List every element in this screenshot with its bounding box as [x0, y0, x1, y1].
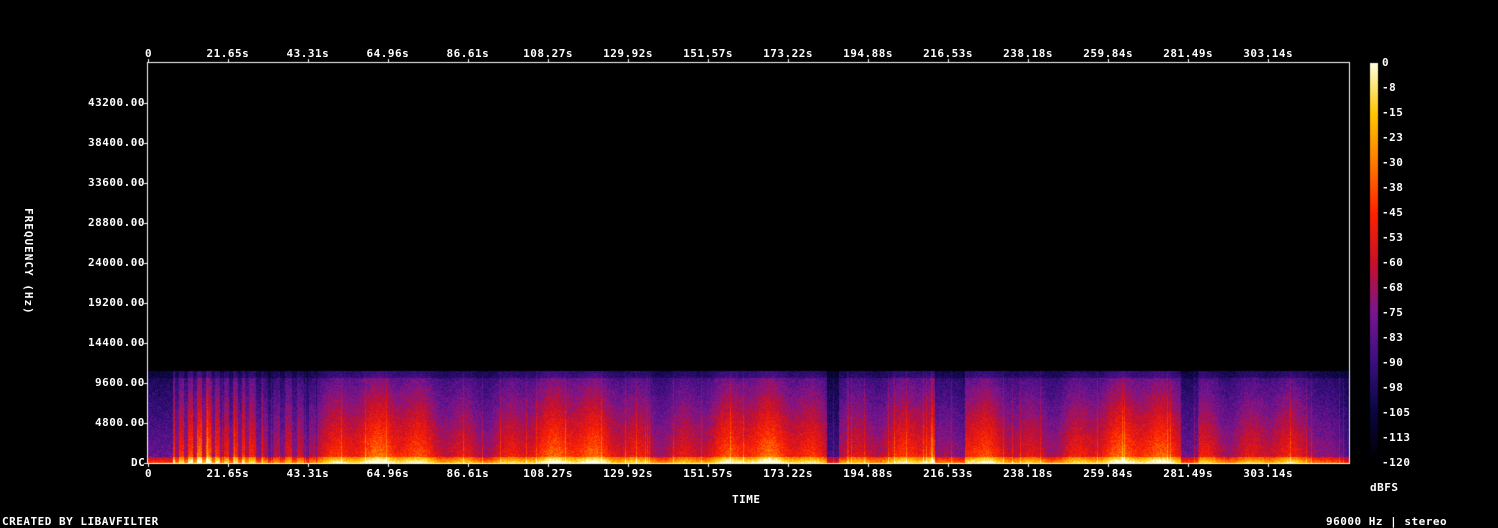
colorbar-tick-label: -30 [1382, 156, 1404, 169]
y-tick-label: 38400.00 [88, 136, 145, 149]
y-tick-label: 19200.00 [88, 296, 145, 309]
y-tick-label: 4800.00 [95, 416, 145, 429]
colorbar-tick-label: -68 [1382, 281, 1404, 294]
x-tick-label-top: 238.18s [1003, 47, 1054, 60]
x-tick-label-bottom: 259.84s [1083, 467, 1134, 480]
x-tick-label-top: 86.61s [446, 47, 490, 60]
footer-credit: CREATED BY LIBAVFILTER [2, 515, 159, 528]
x-tick-label-bottom: 194.88s [843, 467, 894, 480]
x-tick-label-top: 303.14s [1243, 47, 1294, 60]
x-tick-label-bottom: 238.18s [1003, 467, 1054, 480]
x-tick-label-bottom: 216.53s [923, 467, 974, 480]
y-tick-label: 9600.00 [95, 376, 145, 389]
x-tick-label-top: 194.88s [843, 47, 894, 60]
x-tick-label-top: 281.49s [1163, 47, 1214, 60]
y-tick-label: 28800.00 [88, 216, 145, 229]
colorbar-label: dBFS [1370, 481, 1399, 494]
x-tick-label-bottom: 0 [145, 467, 153, 480]
x-tick-label-top: 0 [145, 47, 153, 60]
x-tick-label-top: 216.53s [923, 47, 974, 60]
x-tick-label-bottom: 281.49s [1163, 467, 1214, 480]
colorbar-tick-label: -23 [1382, 131, 1404, 144]
spectrogram-canvas [0, 0, 1498, 528]
y-tick-label: 43200.00 [88, 96, 145, 109]
x-tick-label-bottom: 64.96s [366, 467, 410, 480]
colorbar-tick-label: -120 [1382, 456, 1411, 469]
colorbar-tick-label: -45 [1382, 206, 1404, 219]
x-tick-label-bottom: 21.65s [206, 467, 250, 480]
y-axis-label: FREQUENCY (Hz) [22, 208, 35, 315]
x-tick-label-top: 108.27s [523, 47, 573, 60]
x-tick-label-bottom: 173.22s [763, 467, 813, 480]
colorbar-tick-label: -83 [1382, 331, 1404, 344]
x-tick-label-bottom: 303.14s [1243, 467, 1294, 480]
x-tick-label-bottom: 108.27s [523, 467, 573, 480]
colorbar-tick-label: -60 [1382, 256, 1404, 269]
x-tick-label-bottom: 43.31s [286, 467, 330, 480]
colorbar-tick-label: -113 [1382, 431, 1411, 444]
x-tick-label-bottom: 129.92s [603, 467, 653, 480]
colorbar-tick-label: -75 [1382, 306, 1404, 319]
x-tick-label-top: 43.31s [286, 47, 330, 60]
colorbar-tick-label: -15 [1382, 106, 1404, 119]
y-tick-label: DC [131, 456, 146, 469]
y-tick-label: 33600.00 [88, 176, 145, 189]
colorbar-tick-label: 0 [1382, 56, 1390, 69]
y-tick-label: 24000.00 [88, 256, 145, 269]
x-tick-label-bottom: 86.61s [446, 467, 490, 480]
x-axis-label: TIME [732, 493, 761, 506]
x-tick-label-top: 129.92s [603, 47, 653, 60]
colorbar-tick-label: -98 [1382, 381, 1404, 394]
footer-format: 96000 Hz | stereo [1326, 515, 1448, 528]
colorbar-tick-label: -105 [1382, 406, 1411, 419]
colorbar-tick-label: -53 [1382, 231, 1404, 244]
colorbar-tick-label: -8 [1382, 81, 1397, 94]
x-tick-label-top: 64.96s [366, 47, 410, 60]
x-tick-label-bottom: 151.57s [683, 467, 733, 480]
colorbar-tick-label: -90 [1382, 356, 1404, 369]
x-tick-label-top: 151.57s [683, 47, 733, 60]
x-tick-label-top: 173.22s [763, 47, 813, 60]
colorbar-tick-label: -38 [1382, 181, 1404, 194]
x-tick-label-top: 259.84s [1083, 47, 1134, 60]
x-tick-label-top: 21.65s [206, 47, 250, 60]
y-tick-label: 14400.00 [88, 336, 145, 349]
